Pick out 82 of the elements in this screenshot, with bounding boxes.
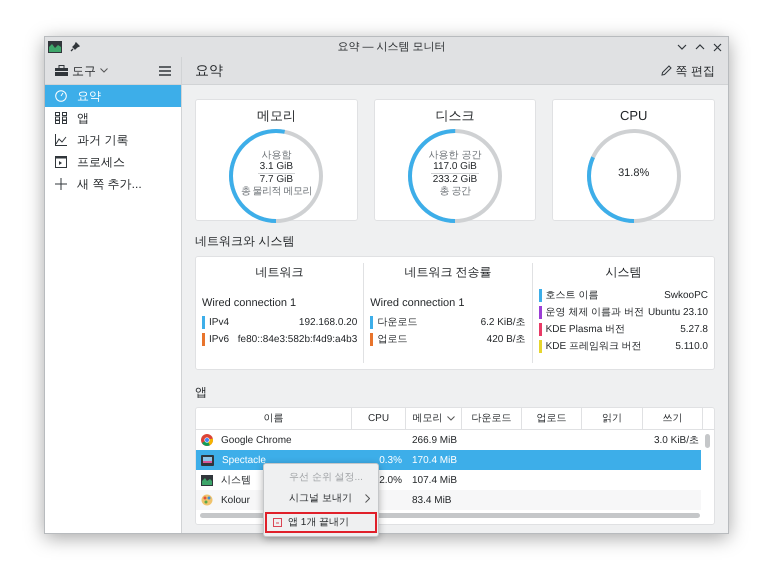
sidebar-item[interactable]: 프로세스 — [45, 151, 181, 173]
column-header[interactable]: CPU — [352, 408, 406, 429]
sidebar-item[interactable]: 앱 — [45, 107, 181, 129]
column-header[interactable]: 메모리 — [406, 408, 462, 429]
section-title: 앱 — [195, 384, 208, 401]
sidebar-item[interactable]: 과거 기록 — [45, 129, 181, 151]
app-icon[interactable] — [48, 41, 62, 53]
row-value: Ubuntu 23.10 — [648, 306, 708, 320]
column-header[interactable]: 쓰기 — [643, 408, 703, 429]
cell-text: 시스템 — [221, 474, 251, 488]
gauge-label: 사용한 공간 — [428, 150, 482, 161]
app-icon — [201, 434, 213, 446]
used-value: 117.0 GiB — [431, 160, 479, 174]
column-header[interactable]: 다운로드 — [462, 408, 522, 429]
close-icon[interactable] — [713, 42, 722, 52]
row-value: SwkooPC — [664, 289, 708, 303]
row-label: KDE Plasma 버전 — [546, 323, 626, 337]
terminal-window-icon — [55, 156, 67, 168]
row-value: 420 B/초 — [486, 332, 526, 346]
menu-item[interactable]: 시그널 보내기 — [264, 488, 378, 509]
app-icon — [201, 474, 213, 486]
card-title: 메모리 — [256, 107, 296, 125]
cell-text: Spectacle — [222, 454, 266, 468]
minimize-icon[interactable] — [677, 43, 687, 51]
maximize-icon[interactable] — [695, 43, 705, 51]
row-value: 192.168.0.20 — [298, 316, 358, 330]
row-value: 5.110.0 — [675, 340, 708, 354]
cell-text: 3.0 KiB/초 — [654, 434, 700, 448]
cell-text: Google Chrome — [221, 434, 292, 448]
cell-text: Kolour — [221, 494, 250, 508]
gauge-label: 총 물리적 메모리 — [240, 186, 312, 197]
chevron-down-icon — [100, 68, 108, 73]
panel-title: 시스템 — [604, 264, 642, 281]
row-label: IPv4 — [209, 316, 230, 330]
menu-item[interactable]: 앱 1개 끝내기 — [265, 512, 377, 533]
cell-text: 2.0% — [379, 474, 403, 488]
toolbox-icon — [55, 65, 68, 76]
row-label: 운영 체제 이름과 버전 — [546, 306, 644, 320]
app-icon — [201, 494, 213, 506]
cell-text: 266.9 MiB — [412, 434, 458, 448]
vertical-scrollbar[interactable] — [705, 434, 710, 448]
gauge-label: 사용함 — [261, 150, 292, 161]
card-title: 디스크 — [436, 107, 474, 125]
page-title: 요약 — [195, 61, 223, 80]
column-header[interactable]: 이름 — [196, 408, 352, 429]
card-title: CPU — [620, 107, 648, 125]
row-value: 6.2 KiB/초 — [480, 316, 526, 330]
used-value: 3.1 GiB — [258, 160, 295, 174]
panel-title: 네트워크 전송률 — [403, 264, 493, 281]
row-value: 5.27.8 — [680, 323, 708, 337]
connection-name: Wired connection 1 — [202, 296, 298, 311]
row-value: fe80::84e3:582b:f4d9:a4b3 — [238, 332, 358, 346]
gauge-icon — [55, 90, 67, 102]
section-title: 네트워크와 시스템 — [195, 233, 296, 250]
menu-icon[interactable] — [159, 66, 171, 76]
window-close-icon — [273, 518, 282, 527]
panel-title: 네트워크 — [254, 264, 305, 281]
pin-icon[interactable] — [70, 42, 80, 52]
row-label: 다운로드 — [377, 316, 418, 330]
app-icon — [201, 454, 214, 466]
cpu-value: 31.8% — [618, 166, 650, 181]
column-header[interactable]: 업로드 — [522, 408, 582, 429]
cell-text: 107.4 MiB — [412, 474, 458, 488]
pencil-icon — [660, 65, 672, 76]
cell-text: 170.4 MiB — [412, 454, 458, 468]
total-value: 7.7 GiB — [260, 174, 293, 186]
column-header[interactable]: 읽기 — [582, 408, 643, 429]
edit-page-button[interactable]: 쪽 편집 — [660, 62, 715, 80]
sidebar-item[interactable]: 새 쪽 추가... — [45, 173, 181, 195]
cell-text: 83.4 MiB — [412, 494, 452, 508]
plus-icon — [55, 178, 67, 190]
row-label: 업로드 — [377, 332, 408, 346]
total-value: 233.2 GiB — [432, 174, 478, 186]
window-title: 요약 — 시스템 모니터 — [337, 40, 446, 55]
line-chart-icon — [55, 134, 67, 146]
row-label: KDE 프레임워크 버전 — [546, 340, 642, 354]
row-label: 호스트 이름 — [546, 289, 598, 303]
cell-text: 0.3% — [379, 454, 403, 468]
grid-icon — [55, 112, 67, 124]
connection-name: Wired connection 1 — [370, 296, 466, 311]
row-label: IPv6 — [209, 332, 230, 346]
gauge-label: 총 공간 — [440, 186, 470, 197]
